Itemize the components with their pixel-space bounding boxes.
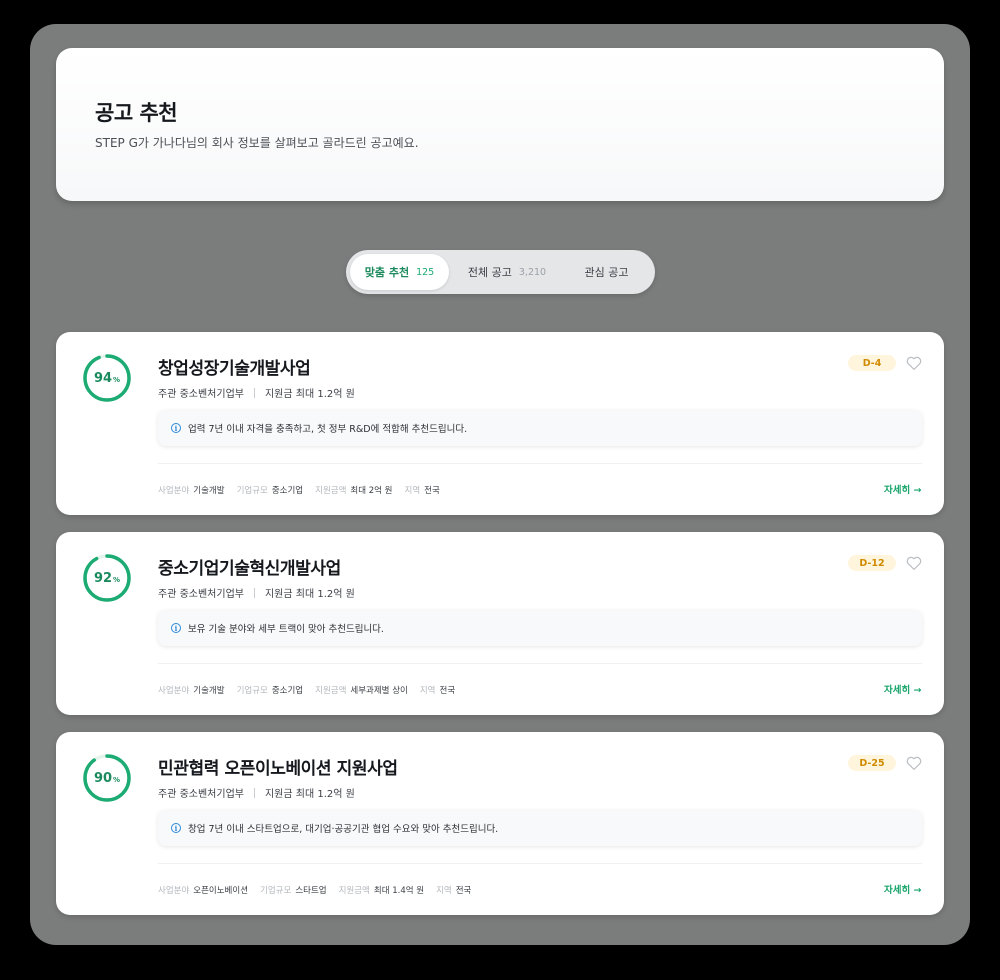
tag-support-amount: 지원금액 최대 2억 원 [315,486,393,496]
heart-icon[interactable] [905,754,923,772]
card-tags: 사업분야 오픈이노베이션 기업규모 스타트업 지원금액 최대 1.4억 원 지역 전국 [158,884,471,896]
tag-region: 지역 전국 [404,486,440,496]
page-subtitle: STEP G가 가나다님의 회사 정보를 살펴보고 골라드린 공고예요. [95,136,419,150]
page-header: 공고 추천 STEP G가 가나다님의 회사 정보를 살펴보고 골라드린 공고예… [56,48,944,201]
match-score-value: 94 [93,370,113,386]
divider [158,463,922,464]
tab-recommended[interactable]: 맞춤 추천 125 [350,254,449,290]
reason-text: 업력 7년 이내 자격을 충족하고, 첫 정부 R&D에 적합해 추천드립니다. [188,424,468,435]
match-score-unit: % [113,775,121,784]
tab-favorites[interactable]: 관심 공고 [562,254,651,290]
details-link[interactable]: 자세히 → [884,482,922,496]
announcement-card[interactable]: 90% 민관협력 오픈이노베이션 지원사업 주관 중소벤처기업부 지원금 최대 … [56,732,944,915]
organizer: 주관 중소벤처기업부 [158,589,244,600]
page-title: 공고 추천 [95,101,178,125]
card-meta: 주관 중소벤처기업부 지원금 최대 1.2억 원 [158,785,355,800]
heart-icon[interactable] [905,554,923,572]
tab-label: 관심 공고 [584,266,629,279]
match-score-value: 92 [93,570,113,586]
card-title[interactable]: 창업성장기술개발사업 [158,354,311,379]
tab-bar: 맞춤 추천 125 전체 공고 3,210 관심 공고 [346,250,655,294]
reason-text: 창업 7년 이내 스타트업으로, 대기업·공공기관 협업 수요와 맞아 추천드립… [188,824,499,835]
card-tags: 사업분야 기술개발 기업규모 중소기업 지원금액 최대 2억 원 지역 전국 [158,484,440,496]
tag-region: 지역 전국 [419,686,456,696]
tag-support-amount: 지원금액 최대 1.4억 원 [338,886,425,896]
match-score: 92% [82,553,132,603]
dday-badge: D-12 [848,555,896,571]
tab-count: 3,210 [518,266,547,278]
recommendation-reason: i 보유 기술 분야와 세부 트랙이 맞아 추천드립니다. [158,610,922,646]
card-tags: 사업분야 기술개발 기업규모 중소기업 지원금액 세부과제별 상이 지역 전국 [158,684,455,696]
divider [158,663,922,664]
match-score-ring: 90% [82,753,132,803]
fund-amount: 지원금 최대 1.2억 원 [264,389,355,400]
reason-text: 보유 기술 분야와 세부 트랙이 맞아 추천드립니다. [188,624,384,635]
match-score-value: 90 [93,770,113,786]
info-icon: i [171,423,181,433]
fund-amount: 지원금 최대 1.2억 원 [264,789,355,800]
tag-business-field: 사업분야 기술개발 [158,686,225,696]
match-score-unit: % [113,575,121,584]
organizer: 주관 중소벤처기업부 [158,389,244,400]
match-score: 90% [82,753,132,803]
match-score-unit: % [113,375,121,384]
card-meta: 주관 중소벤처기업부 지원금 최대 1.2억 원 [158,585,355,600]
tab-label: 전체 공고 [467,266,512,279]
heart-icon[interactable] [905,354,923,372]
details-link[interactable]: 자세히 → [884,882,922,896]
meta-divider [253,387,255,398]
fund-amount: 지원금 최대 1.2억 원 [264,589,355,600]
match-score-ring: 94% [82,353,132,403]
tag-business-field: 사업분야 기술개발 [158,486,225,496]
card-title[interactable]: 중소기업기술혁신개발사업 [158,554,341,579]
tag-region: 지역 전국 [436,886,472,896]
dday-badge: D-25 [848,755,896,771]
tag-business-field: 사업분야 오픈이노베이션 [158,886,249,896]
tab-count: 125 [416,266,435,278]
info-icon: i [171,823,181,833]
meta-divider [253,787,255,798]
match-score: 94% [82,353,132,403]
app-frame: 공고 추천 STEP G가 가나다님의 회사 정보를 살펴보고 골라드린 공고예… [30,24,970,945]
card-title[interactable]: 민관협력 오픈이노베이션 지원사업 [158,754,398,779]
announcement-card[interactable]: 92% 중소기업기술혁신개발사업 주관 중소벤처기업부 지원금 최대 1.2억 … [56,532,944,715]
details-link[interactable]: 자세히 → [884,682,922,696]
tag-company-size: 기업규모 중소기업 [236,486,304,496]
recommendation-reason: i 업력 7년 이내 자격을 충족하고, 첫 정부 R&D에 적합해 추천드립니… [158,410,922,446]
tag-support-amount: 지원금액 세부과제별 상이 [315,686,408,696]
divider [158,863,922,864]
info-icon: i [171,623,181,633]
match-score-ring: 92% [82,553,132,603]
tag-company-size: 기업규모 중소기업 [236,686,304,696]
meta-divider [253,587,255,598]
tab-all[interactable]: 전체 공고 3,210 [454,254,560,290]
tag-company-size: 기업규모 스타트업 [260,886,327,896]
announcement-card[interactable]: 94% 창업성장기술개발사업 주관 중소벤처기업부 지원금 최대 1.2억 원 … [56,332,944,515]
card-meta: 주관 중소벤처기업부 지원금 최대 1.2억 원 [158,385,355,400]
tab-label: 맞춤 추천 [364,266,410,279]
recommendation-reason: i 창업 7년 이내 스타트업으로, 대기업·공공기관 협업 수요와 맞아 추천… [158,810,922,846]
organizer: 주관 중소벤처기업부 [158,789,244,800]
dday-badge: D-4 [848,355,896,371]
